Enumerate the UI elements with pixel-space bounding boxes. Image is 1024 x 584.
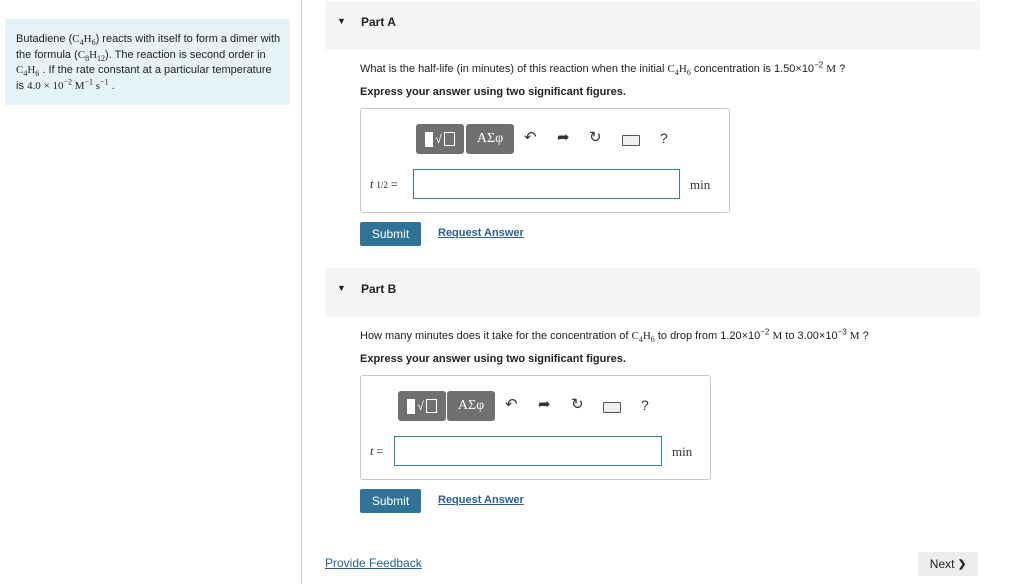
part-b-hint: Express your answer using two significan… xyxy=(360,353,626,365)
redo-icon[interactable]: ➦ xyxy=(557,128,570,146)
part-a-variable-label: t 1/2 = xyxy=(370,177,398,191)
template-box-icon xyxy=(425,399,437,413)
part-a-title: Part A xyxy=(361,15,396,29)
help-icon[interactable]: ? xyxy=(641,397,649,413)
template-block-icon xyxy=(407,398,416,414)
greek-symbols-button[interactable]: ΑΣφ xyxy=(466,124,514,154)
panel-divider xyxy=(301,0,302,584)
next-label: Next xyxy=(929,557,955,571)
part-a-question: What is the half-life (in minutes) of th… xyxy=(360,60,846,78)
part-a-unit: min xyxy=(690,177,711,192)
templates-button[interactable]: √ xyxy=(416,124,464,154)
keyboard-icon[interactable] xyxy=(603,402,621,413)
part-b-title: Part B xyxy=(361,282,397,296)
part-b-answer-input[interactable] xyxy=(394,436,662,466)
sqrt-icon: √ xyxy=(435,132,442,146)
part-a-submit-button[interactable]: Submit xyxy=(360,222,421,246)
provide-feedback-link[interactable]: Provide Feedback xyxy=(325,556,422,570)
keyboard-icon[interactable] xyxy=(622,135,640,146)
caret-down-icon[interactable]: ▼ xyxy=(337,16,346,26)
part-b-header[interactable]: ▼ Part B xyxy=(325,268,980,317)
chevron-right-icon: ❯ xyxy=(957,558,967,570)
templates-button[interactable]: √ xyxy=(398,391,446,421)
next-button[interactable]: Next ❯ xyxy=(918,552,978,576)
part-b-answer-box: √ ΑΣφ ↶ ➦ ↻ ? t = min xyxy=(360,375,711,480)
part-b-variable-label: t = xyxy=(370,444,384,458)
caret-down-icon[interactable]: ▼ xyxy=(337,283,346,293)
part-a-header[interactable]: ▼ Part A xyxy=(325,1,980,50)
part-b-question: How many minutes does it take for the co… xyxy=(360,327,869,345)
undo-icon[interactable]: ↶ xyxy=(505,395,518,413)
variable-subscript: 1/2 xyxy=(376,180,388,190)
problem-statement: Butadiene (C4H6) reacts with itself to f… xyxy=(16,33,281,92)
reset-icon[interactable]: ↻ xyxy=(571,395,584,413)
part-a-request-answer-link[interactable]: Request Answer xyxy=(438,227,524,239)
template-box-icon xyxy=(443,132,455,146)
reset-icon[interactable]: ↻ xyxy=(589,128,602,146)
greek-symbols-button[interactable]: ΑΣφ xyxy=(447,391,495,421)
part-a-answer-input[interactable] xyxy=(413,169,680,199)
template-block-icon xyxy=(425,131,434,147)
part-a-answer-box: √ ΑΣφ ↶ ➦ ↻ ? t 1/2 = min xyxy=(360,108,730,213)
part-b-request-answer-link[interactable]: Request Answer xyxy=(438,494,524,506)
help-icon[interactable]: ? xyxy=(660,130,668,146)
part-b-submit-button[interactable]: Submit xyxy=(360,489,421,513)
part-a-hint: Express your answer using two significan… xyxy=(360,86,626,98)
part-b-unit: min xyxy=(672,444,693,459)
redo-icon[interactable]: ➦ xyxy=(538,395,551,413)
sqrt-icon: √ xyxy=(417,399,424,413)
undo-icon[interactable]: ↶ xyxy=(524,128,537,146)
problem-panel: Butadiene (C4H6) reacts with itself to f… xyxy=(5,19,290,105)
